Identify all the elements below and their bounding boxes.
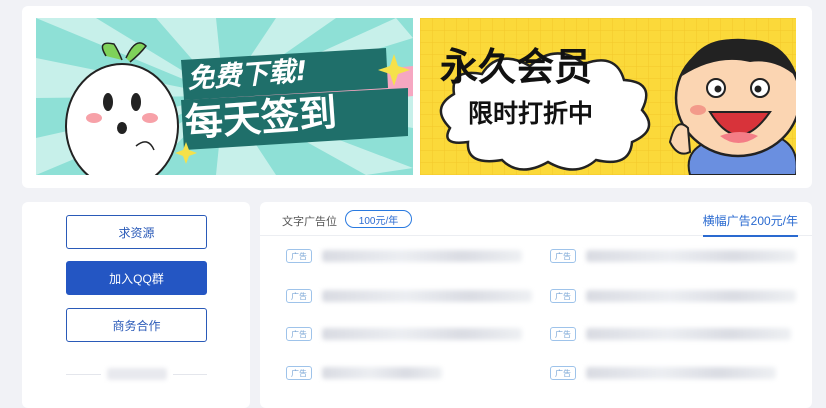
ad-item[interactable]: 广告: [550, 285, 796, 307]
ad-blurred-text: [586, 250, 796, 262]
vip-banner-line2: 限时打折中: [468, 99, 593, 128]
ad-item[interactable]: 广告: [286, 323, 522, 345]
footer-divider-left: [66, 373, 101, 375]
ad-tag: 广告: [550, 327, 576, 341]
ad-tag: 广告: [286, 327, 312, 341]
join-qq-group-button[interactable]: 加入QQ群: [66, 261, 207, 295]
vip-banner-line1: 永久会员: [440, 45, 592, 89]
ad-blurred-text: [586, 290, 796, 302]
ad-item[interactable]: 广告: [286, 285, 532, 307]
footer-divider-right: [172, 373, 207, 375]
ad-blurred-text: [586, 328, 791, 340]
ads-header: 文字广告位 100元/年 横幅广告200元/年: [260, 202, 812, 237]
ad-tag: 广告: [286, 249, 312, 263]
ad-item[interactable]: 广告: [286, 362, 442, 384]
sign-in-banner-art: 免费下载! 每天签到: [36, 18, 413, 175]
ad-tag: 广告: [550, 249, 576, 263]
ad-item[interactable]: 广告: [550, 245, 796, 267]
ad-tag: 广告: [286, 366, 312, 380]
footer-blurred-text: [106, 368, 167, 380]
business-cooperation-button[interactable]: 商务合作: [66, 308, 207, 342]
ad-item[interactable]: 广告: [286, 245, 522, 267]
request-resource-button[interactable]: 求资源: [66, 215, 207, 249]
vip-banner-art: 永久会员 限时打折中: [420, 18, 796, 175]
text-ads-panel: 文字广告位 100元/年 横幅广告200元/年 广告 广告 广告 广告 广告 广…: [260, 202, 812, 408]
ad-tag: 广告: [550, 366, 576, 380]
banner-card: 免费下载! 每天签到 永久会员 限时打折中: [22, 6, 812, 188]
ad-item[interactable]: 广告: [550, 323, 791, 345]
vip-banner[interactable]: 永久会员 限时打折中: [420, 18, 796, 175]
ads-price-badge[interactable]: 100元/年: [345, 210, 412, 228]
ad-tag: 广告: [286, 289, 312, 303]
ad-blurred-text: [322, 290, 532, 302]
ad-blurred-text: [322, 367, 442, 379]
ad-tag: 广告: [550, 289, 576, 303]
ads-title: 文字广告位: [282, 216, 337, 228]
sign-in-banner[interactable]: 免费下载! 每天签到: [36, 18, 413, 175]
ad-blurred-text: [322, 250, 522, 262]
banner-ads-link[interactable]: 横幅广告200元/年: [702, 212, 798, 237]
service-sidebar: 求资源 加入QQ群 商务合作: [22, 202, 250, 408]
ad-blurred-text: [586, 367, 776, 379]
ad-blurred-text: [322, 328, 522, 340]
sidebar-footer: [66, 364, 207, 384]
ad-item[interactable]: 广告: [550, 362, 776, 384]
